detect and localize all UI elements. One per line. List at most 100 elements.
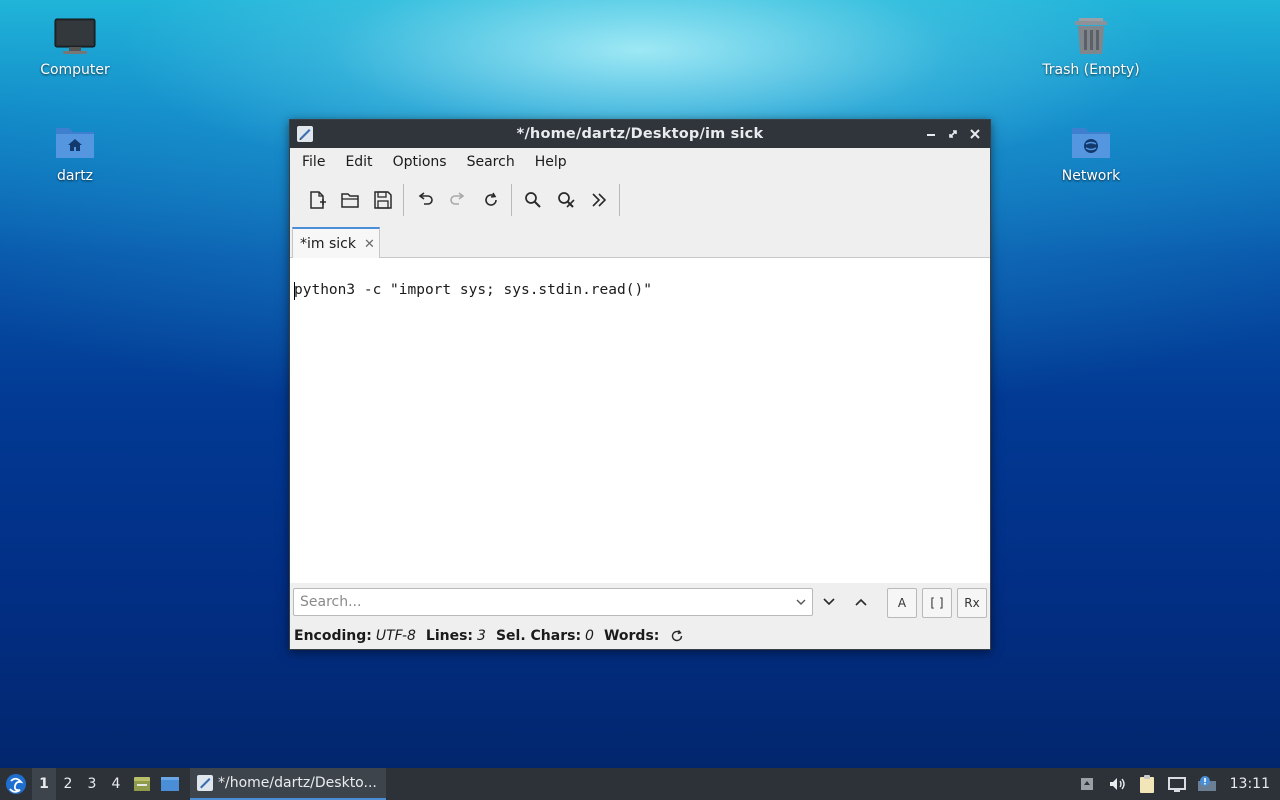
whole-word-icon: [ ] [930,596,944,610]
undo-button[interactable] [408,183,441,217]
save-icon [373,191,392,209]
desktop-label-trash: Trash (Empty) [1042,62,1140,78]
title-bar[interactable]: */home/dartz/Desktop/im sick [290,120,990,148]
text-editor-app-icon [297,126,313,142]
menu-file[interactable]: File [292,148,335,176]
file-manager-launcher[interactable] [128,768,156,800]
reload-button[interactable] [474,183,507,217]
tab-close-icon[interactable]: ✕ [364,237,375,252]
encoding-value: UTF-8 [375,628,416,644]
volume-button[interactable] [1102,768,1132,800]
desktop-label-home: dartz [56,168,94,184]
text-caret [294,282,295,300]
window-title: */home/dartz/Desktop/im sick [516,126,764,142]
taskbar-window-button[interactable]: */home/dartz/Deskto... [190,768,386,800]
network-status-button[interactable] [1162,768,1192,800]
volume-icon [1109,778,1125,790]
chevron-down-icon[interactable] [794,595,808,609]
new-file-button[interactable] [300,183,333,217]
desktop-icon-trash[interactable]: Trash (Empty) [1036,16,1146,78]
encoding-label: Encoding: [294,628,372,644]
desktop-icon [161,777,179,791]
new-file-icon [309,191,326,209]
clock[interactable]: 13:11 [1222,776,1280,792]
reload-icon [484,192,497,206]
computer-icon [54,18,96,54]
chevron-down-icon [823,598,835,606]
menu-search[interactable]: Search [457,148,525,176]
refresh-icon[interactable] [669,628,685,644]
find-previous-button[interactable] [845,588,877,616]
search-bar: A [ ] Rx [290,583,990,621]
start-menu-button[interactable] [0,768,32,800]
text-editor-area[interactable]: python3 -c "import sys; sys.stdin.read()… [290,258,990,583]
menu-options[interactable]: Options [383,148,457,176]
desktop-label-computer: Computer [40,62,110,78]
search-input[interactable] [294,589,784,615]
clipboard-button[interactable] [1132,768,1162,800]
update-notifier-button[interactable] [1192,768,1222,800]
close-icon [970,129,980,139]
sel-chars-value: 0 [585,628,594,644]
workspace-2[interactable]: 2 [56,768,80,800]
more-button[interactable] [582,183,615,217]
taskbar: 1 2 3 4 */home/dartz/Deskto... 13:11 [0,768,1280,800]
whole-word-button[interactable]: [ ] [922,588,952,618]
lines-value: 3 [477,628,486,644]
desktop-icon-home[interactable]: dartz [20,122,130,184]
redo-button[interactable] [441,183,474,217]
find-next-button[interactable] [813,588,845,616]
regex-button[interactable]: Rx [957,588,987,618]
tab-label: *im sick [300,236,356,252]
match-case-icon: A [897,596,907,610]
open-folder-icon [340,193,359,208]
editor-window: */home/dartz/Desktop/im sick File Edit O… [289,119,991,650]
update-notification-icon [1197,776,1216,791]
toolbar-separator [403,184,404,216]
lxqt-logo-icon [6,774,26,794]
home-folder-icon [56,128,94,158]
tray-up-button[interactable] [1072,768,1102,800]
tab-im-sick[interactable]: *im sick ✕ [292,227,380,259]
find-button[interactable] [516,183,549,217]
file-manager-icon [134,777,150,791]
maximize-button[interactable] [944,125,962,143]
tab-bar: *im sick ✕ [290,224,990,259]
lines-label: Lines: [425,628,474,644]
workspace-4[interactable]: 4 [104,768,128,800]
clipboard-icon [1139,775,1154,793]
toolbar [290,176,990,224]
system-tray: 13:11 [1072,768,1280,800]
workspace-3[interactable]: 3 [80,768,104,800]
words-label: Words: [603,628,660,644]
regex-icon: Rx [964,596,980,610]
chevron-double-right-icon [591,193,606,207]
network-folder-icon [1072,128,1110,158]
open-file-button[interactable] [333,183,366,217]
minimize-button[interactable] [922,125,940,143]
editor-line: python3 -c "import sys; sys.stdin.read()… [294,282,652,298]
workspace-1[interactable]: 1 [32,768,56,800]
find-replace-button[interactable] [549,183,582,217]
menu-edit[interactable]: Edit [335,148,382,176]
maximize-icon [949,130,957,138]
status-bar: Encoding: UTF-8 Lines: 3 Sel. Chars: 0 W… [290,621,990,651]
undo-icon [418,192,433,205]
search-combo[interactable] [293,588,813,616]
search-icon [524,192,541,208]
desktop-icon-computer[interactable]: Computer [20,16,130,78]
desktop-icon-network[interactable]: Network [1036,122,1146,184]
show-desktop-button[interactable] [156,768,184,800]
network-wired-icon [1167,777,1186,792]
menu-bar: File Edit Options Search Help [290,148,990,176]
find-replace-icon [557,192,575,208]
menu-help[interactable]: Help [525,148,577,176]
save-button[interactable] [366,183,399,217]
close-button[interactable] [966,125,984,143]
sel-chars-label: Sel. Chars: [495,628,582,644]
text-editor-app-icon [197,775,213,791]
match-case-button[interactable]: A [887,588,917,618]
toolbar-separator [511,184,512,216]
toolbar-separator [619,184,620,216]
eject-icon [1080,778,1093,790]
